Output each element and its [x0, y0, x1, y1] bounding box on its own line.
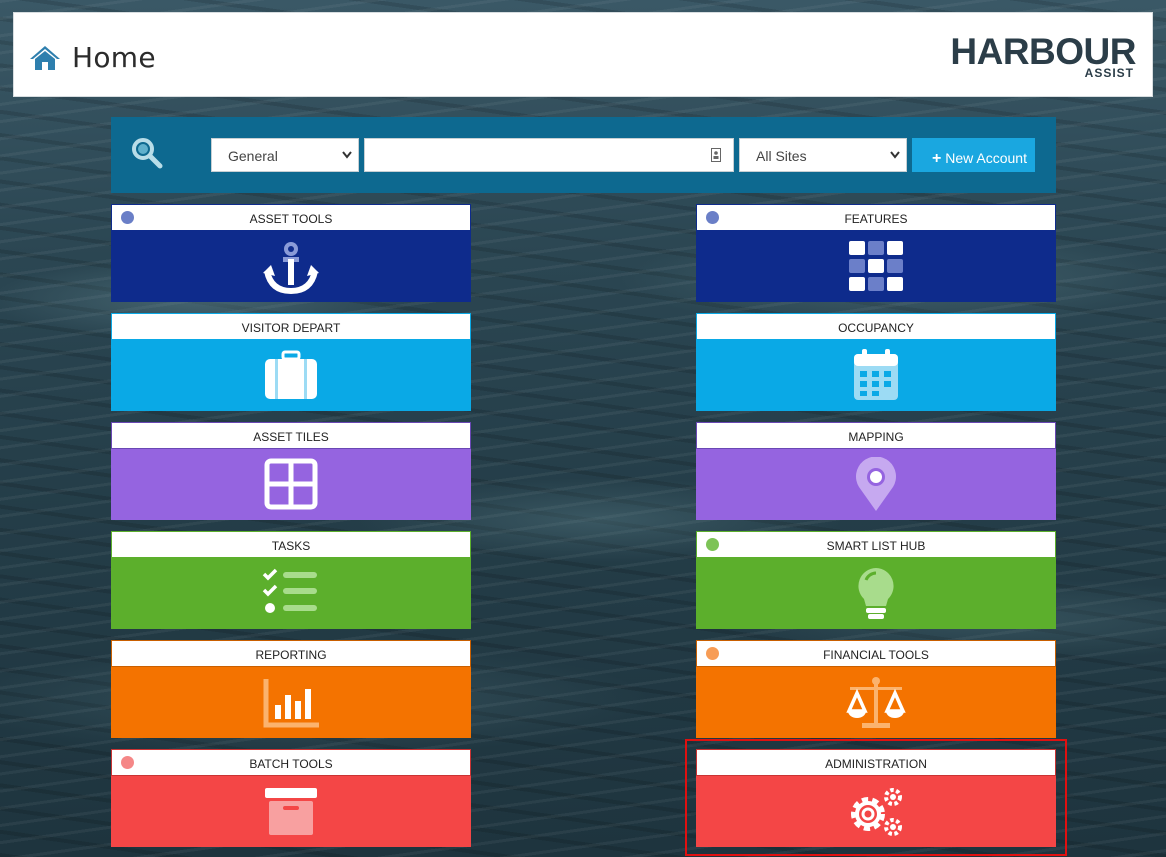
- tile-caption: FINANCIAL TOOLS: [696, 640, 1056, 667]
- tile-body[interactable]: [111, 449, 471, 520]
- tile-tasks[interactable]: TASKS: [111, 531, 471, 629]
- tile-mapping[interactable]: MAPPING: [696, 422, 1056, 520]
- tile-label: FEATURES: [844, 212, 908, 226]
- chevron-right-icon: [121, 756, 134, 769]
- chevron-down-icon: [890, 151, 900, 159]
- archive-box-icon: [265, 788, 317, 835]
- category-select[interactable]: General: [211, 138, 359, 172]
- tile-body[interactable]: [111, 231, 471, 302]
- tile-label: VISITOR DEPART: [241, 321, 341, 335]
- tile-occupancy[interactable]: OCCUPANCY: [696, 313, 1056, 411]
- tile-asset-tools[interactable]: ASSET TOOLS: [111, 204, 471, 302]
- tile-label: SMART LIST HUB: [826, 539, 926, 553]
- chevron-right-icon: [706, 538, 719, 551]
- search-icon: [132, 138, 163, 169]
- page-title: Home: [72, 41, 156, 74]
- tile-caption: TASKS: [111, 531, 471, 558]
- tile-financial-tools[interactable]: FINANCIAL TOOLS: [696, 640, 1056, 738]
- tile-caption: FEATURES: [696, 204, 1056, 231]
- tile-body[interactable]: [111, 667, 471, 738]
- contact-card-icon[interactable]: [711, 148, 721, 162]
- tile-body[interactable]: [696, 449, 1056, 520]
- tile-reporting[interactable]: REPORTING: [111, 640, 471, 738]
- tile-caption: BATCH TOOLS: [111, 749, 471, 776]
- tile-smart-list-hub[interactable]: SMART LIST HUB: [696, 531, 1056, 629]
- home-icon[interactable]: [29, 44, 61, 72]
- tile-label: ASSET TILES: [253, 430, 329, 444]
- grid-icon: [849, 241, 903, 291]
- tile-caption: SMART LIST HUB: [696, 531, 1056, 558]
- tile-body[interactable]: [111, 776, 471, 847]
- tile-label: OCCUPANCY: [838, 321, 914, 335]
- tiles-icon: [264, 458, 318, 510]
- tile-label: ASSET TOOLS: [249, 212, 333, 226]
- tile-caption: OCCUPANCY: [696, 313, 1056, 340]
- chevron-right-icon: [121, 211, 134, 224]
- tile-body[interactable]: [696, 667, 1056, 738]
- tile-body[interactable]: [696, 558, 1056, 629]
- tile-label: MAPPING: [848, 430, 904, 444]
- page-header: Home HARBOUR ASSIST: [13, 12, 1153, 97]
- category-select-value: General: [228, 148, 278, 164]
- chevron-right-icon: [706, 647, 719, 660]
- tile-label: BATCH TOOLS: [249, 757, 333, 771]
- tile-body[interactable]: [696, 340, 1056, 411]
- new-account-label: New Account: [945, 150, 1027, 166]
- search-bar: General All Sites + New Account: [111, 117, 1056, 193]
- tile-batch-tools[interactable]: BATCH TOOLS: [111, 749, 471, 847]
- bar-chart-icon: [263, 679, 319, 728]
- tile-body[interactable]: [111, 558, 471, 629]
- tile-label: REPORTING: [255, 648, 327, 662]
- anchor-icon: [263, 242, 319, 295]
- scales-icon: [846, 677, 906, 728]
- tile-caption: MAPPING: [696, 422, 1056, 449]
- tile-features[interactable]: FEATURES: [696, 204, 1056, 302]
- tile-caption: ASSET TILES: [111, 422, 471, 449]
- selection-highlight: [685, 739, 1067, 856]
- harbour-assist-logo[interactable]: HARBOUR ASSIST: [950, 31, 1136, 81]
- tile-caption: VISITOR DEPART: [111, 313, 471, 340]
- tile-label: FINANCIAL TOOLS: [823, 648, 929, 662]
- tile-visitor-depart[interactable]: VISITOR DEPART: [111, 313, 471, 411]
- new-account-button[interactable]: + New Account: [912, 138, 1035, 172]
- chevron-down-icon: [342, 151, 352, 159]
- tile-asset-tiles[interactable]: ASSET TILES: [111, 422, 471, 520]
- search-input[interactable]: [364, 138, 734, 172]
- chevron-right-icon: [706, 211, 719, 224]
- logo-sub: ASSIST: [1084, 66, 1134, 80]
- site-select-value: All Sites: [756, 148, 807, 164]
- calendar-icon: [854, 349, 898, 400]
- suitcase-icon: [265, 350, 317, 399]
- checklist-icon: [262, 568, 317, 613]
- plus-icon: +: [932, 150, 942, 167]
- tile-label: TASKS: [271, 539, 311, 553]
- lightbulb-icon: [858, 568, 894, 619]
- site-select[interactable]: All Sites: [739, 138, 907, 172]
- tile-caption: REPORTING: [111, 640, 471, 667]
- map-pin-icon: [856, 457, 896, 511]
- tile-body[interactable]: [111, 340, 471, 411]
- tile-body[interactable]: [696, 231, 1056, 302]
- tile-caption: ASSET TOOLS: [111, 204, 471, 231]
